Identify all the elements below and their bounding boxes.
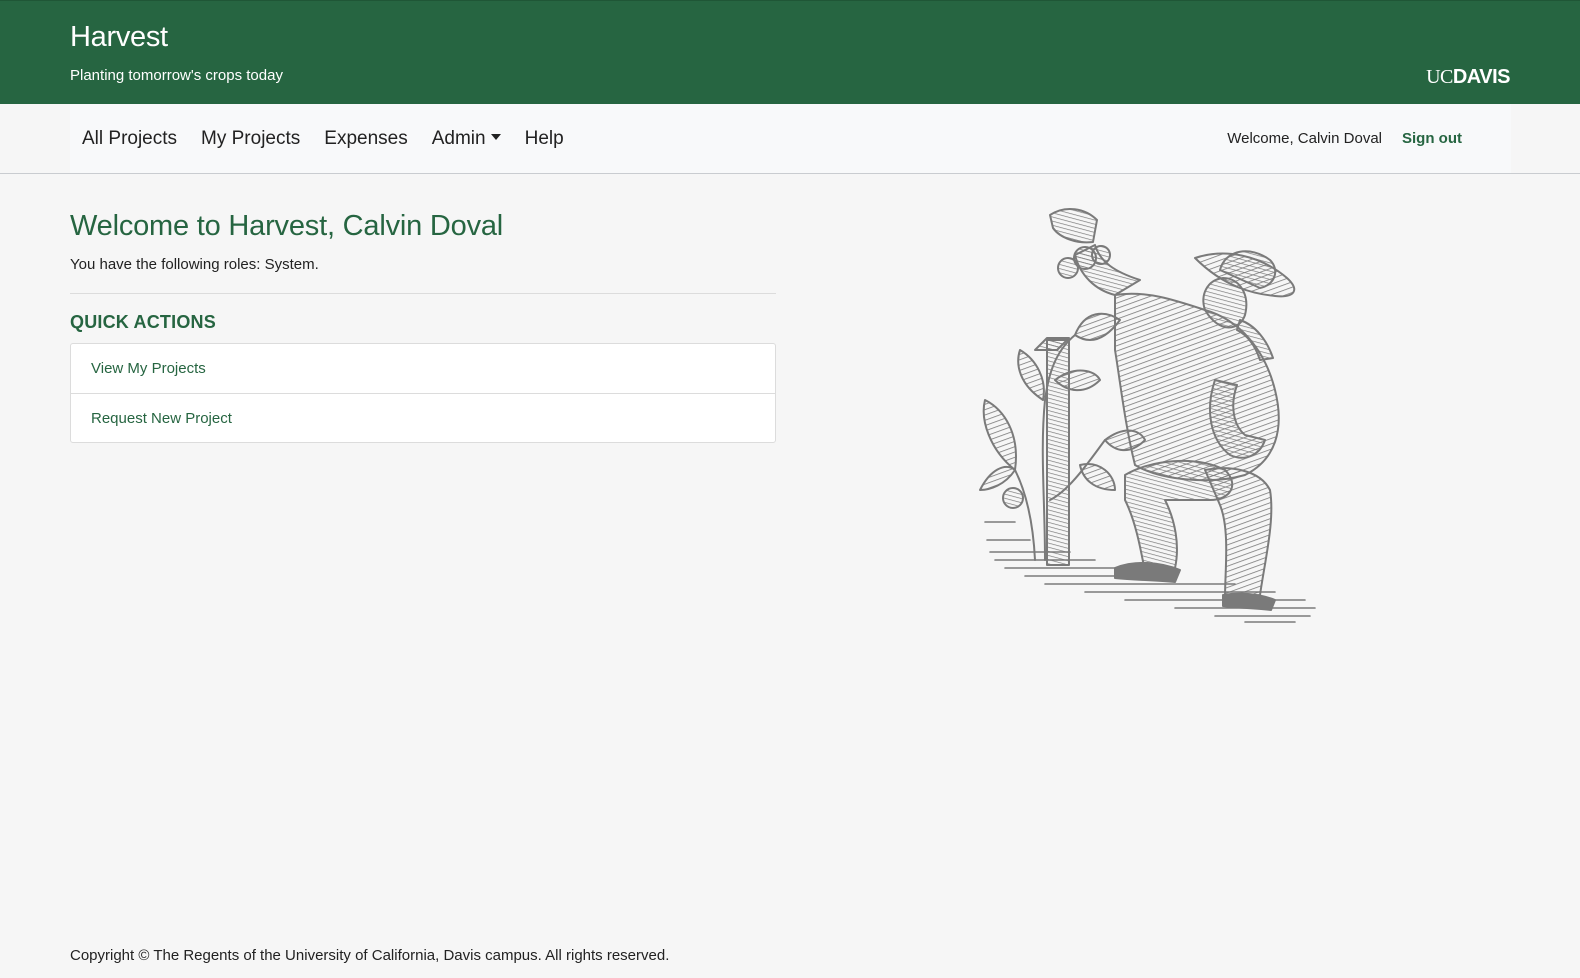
- site-header: Harvest Planting tomorrow's crops today …: [0, 0, 1580, 104]
- nav-item-expenses[interactable]: Expenses: [324, 128, 407, 150]
- footer-copyright: Copyright © The Regents of the Universit…: [70, 947, 670, 964]
- quick-actions-list: View My Projects Request New Project: [70, 343, 776, 443]
- app-tagline: Planting tomorrow's crops today: [70, 67, 283, 84]
- main-navbar: All Projects My Projects Expenses Admin …: [0, 104, 1580, 174]
- nav-item-help[interactable]: Help: [525, 128, 564, 150]
- quick-actions-heading: QUICK ACTIONS: [70, 312, 216, 332]
- view-my-projects-link[interactable]: View My Projects: [71, 344, 775, 393]
- request-new-project-link[interactable]: Request New Project: [71, 393, 775, 442]
- nav-item-all-projects[interactable]: All Projects: [82, 128, 177, 150]
- roles-text: You have the following roles: System.: [70, 256, 319, 273]
- ucdavis-logo[interactable]: UCDAVIS: [1426, 66, 1510, 88]
- nav-item-admin-label: Admin: [431, 127, 486, 149]
- page-title: Welcome to Harvest, Calvin Doval: [70, 210, 504, 242]
- nav-item-my-projects[interactable]: My Projects: [201, 128, 300, 150]
- app-title[interactable]: Harvest: [70, 21, 168, 54]
- welcome-user-text: Welcome, Calvin Doval: [1227, 130, 1382, 147]
- farmer-illustration: [975, 200, 1325, 630]
- section-divider: [70, 293, 776, 294]
- caret-down-icon: [490, 133, 501, 140]
- nav-item-admin-dropdown[interactable]: Admin: [432, 128, 501, 150]
- sign-out-link[interactable]: Sign out: [1402, 130, 1462, 147]
